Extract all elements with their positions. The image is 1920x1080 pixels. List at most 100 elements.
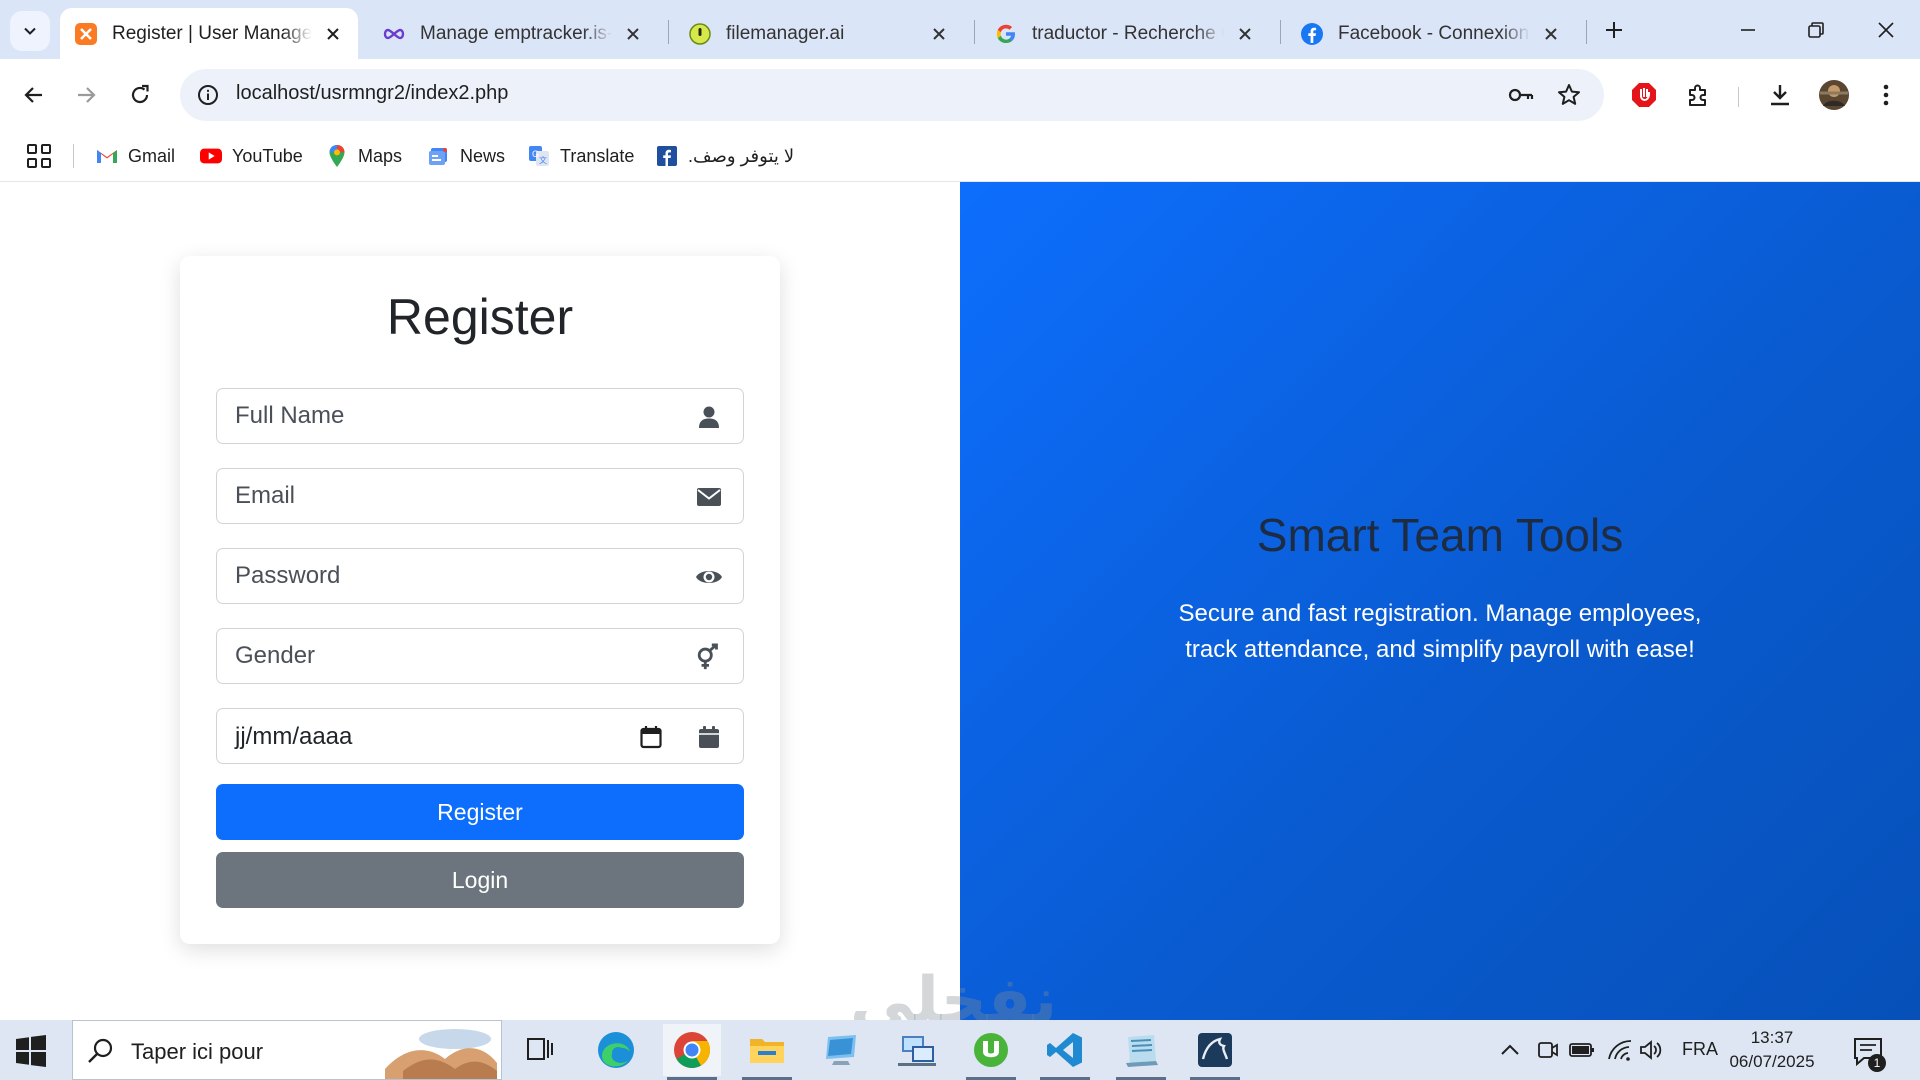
file-explorer-icon[interactable] — [738, 1024, 796, 1080]
infinity-icon — [382, 22, 406, 46]
notepad-app-icon[interactable] — [1112, 1024, 1170, 1080]
fullname-input[interactable] — [217, 389, 677, 443]
wifi-icon[interactable] — [1606, 1036, 1634, 1064]
mysql-workbench-icon[interactable] — [1186, 1024, 1244, 1080]
tab-title: Register | User Manager — [112, 22, 312, 44]
page-content: Register Full Name Email Gender jj/mm/aa… — [0, 182, 1920, 1038]
arrow-right-icon — [78, 87, 96, 103]
google-icon — [994, 22, 1018, 46]
minimize-icon — [1741, 29, 1755, 31]
close-icon[interactable] — [1234, 23, 1256, 45]
bookmark-label: News — [460, 145, 506, 166]
chevron-down-icon — [24, 27, 36, 35]
forward-button[interactable] — [66, 75, 106, 115]
edge-app-icon[interactable] — [587, 1024, 645, 1076]
restore-icon — [1808, 22, 1824, 38]
windows-start-icon[interactable] — [14, 1034, 48, 1068]
tab-search-button[interactable] — [10, 11, 50, 51]
utorrent-icon[interactable] — [962, 1024, 1020, 1080]
download-icon[interactable] — [1760, 75, 1800, 115]
clock-date: 06/07/2025 — [1729, 1052, 1815, 1071]
kebab-menu-icon[interactable] — [1866, 75, 1906, 115]
system-clock[interactable]: 13:37 06/07/2025 — [1720, 1026, 1824, 1074]
tab-filemanager[interactable]: filemanager.ai — [674, 8, 964, 59]
svg-text:文: 文 — [539, 155, 547, 165]
close-icon[interactable] — [622, 23, 644, 45]
address-url: localhost/usrmngr2/index2.php — [236, 82, 509, 104]
date-input-text: jj/mm/aaaa — [235, 723, 353, 750]
extensions-icon[interactable] — [1678, 75, 1718, 115]
bookmark-news[interactable]: News — [428, 130, 505, 182]
eye-icon[interactable] — [695, 563, 723, 591]
calendar-picker-icon[interactable] — [637, 723, 665, 751]
translate-icon: G文 — [528, 145, 550, 167]
key-icon[interactable] — [1506, 80, 1536, 110]
desert-dunes-icon — [385, 1029, 497, 1079]
fullname-field — [216, 388, 744, 444]
vscode-icon[interactable] — [1036, 1024, 1094, 1080]
plus-icon — [1606, 22, 1622, 38]
filemanager-icon — [688, 22, 712, 46]
hero-title: Smart Team Tools — [1256, 509, 1624, 561]
hero-panel: Smart Team Tools Secure and fast registr… — [960, 182, 1920, 1020]
chrome-app-icon[interactable] — [663, 1024, 721, 1080]
page-title: Register — [386, 289, 574, 345]
bookmark-maps[interactable]: Maps — [326, 130, 402, 182]
site-info-icon[interactable] — [194, 81, 222, 109]
task-view-icon[interactable] — [511, 1024, 569, 1076]
email-input[interactable] — [217, 469, 677, 523]
arrow-left-icon — [24, 87, 42, 103]
bookmark-youtube[interactable]: YouTube — [200, 130, 303, 182]
password-input[interactable] — [217, 549, 677, 603]
close-icon[interactable] — [322, 23, 344, 45]
back-button[interactable] — [14, 75, 54, 115]
adblock-extension-icon[interactable] — [1624, 75, 1664, 115]
browser-toolbar: localhost/usrmngr2/index2.php — [0, 59, 1920, 130]
bookmarks-bar: Gmail YouTube Maps News G文 Translate لا … — [0, 130, 1920, 182]
close-icon[interactable] — [1540, 23, 1562, 45]
close-window-button[interactable] — [1866, 10, 1906, 50]
tab-emptracker[interactable]: Manage emptracker.is-best — [368, 8, 658, 59]
form-panel: Register Full Name Email Gender jj/mm/aa… — [0, 182, 960, 1020]
facebook-icon — [1300, 22, 1324, 46]
bookmark-translate[interactable]: G文 Translate — [528, 130, 634, 182]
gender-input[interactable] — [217, 629, 677, 683]
xampp-icon — [74, 22, 98, 46]
user-icon — [695, 403, 723, 431]
chevron-up-icon[interactable] — [1496, 1036, 1524, 1064]
this-pc-icon[interactable] — [812, 1024, 870, 1076]
speaker-icon[interactable] — [1638, 1036, 1666, 1064]
svg-text:G: G — [532, 149, 539, 159]
tab-google-search[interactable]: traductor - Recherche Google — [980, 8, 1270, 59]
language-indicator[interactable]: FRA — [1682, 1039, 1718, 1060]
tab-title: traductor - Recherche Google — [1032, 22, 1224, 44]
close-icon[interactable] — [928, 23, 950, 45]
close-icon — [1878, 22, 1894, 38]
reload-icon — [131, 84, 149, 104]
tab-register[interactable]: Register | User Manager — [60, 8, 358, 59]
login-button[interactable]: Login — [216, 852, 744, 908]
gender-field — [216, 628, 744, 684]
gender-icon — [695, 643, 723, 671]
reload-button[interactable] — [120, 75, 160, 115]
envelope-icon — [695, 483, 723, 511]
profile-avatar[interactable] — [1814, 75, 1854, 115]
network-app-icon[interactable] — [888, 1024, 946, 1076]
battery-icon[interactable] — [1568, 1036, 1596, 1064]
apps-grid-icon[interactable] — [26, 143, 52, 169]
bookmark-label: Maps — [358, 145, 403, 166]
restore-button[interactable] — [1796, 10, 1836, 50]
birthdate-field[interactable]: jj/mm/aaaa — [216, 708, 744, 764]
register-button[interactable]: Register — [216, 784, 744, 840]
bookmark-facebook[interactable]: لا يتوفر وصف. — [656, 130, 794, 182]
new-tab-button[interactable] — [1598, 14, 1630, 46]
star-icon[interactable] — [1554, 80, 1584, 110]
tab-facebook[interactable]: Facebook - Connexion ou inscription — [1286, 8, 1576, 59]
windows-taskbar: Taper ici pour FRA 13:37 06/07/2025 1 — [0, 1020, 1920, 1080]
meet-now-icon[interactable] — [1534, 1036, 1562, 1064]
taskbar-search[interactable]: Taper ici pour — [72, 1020, 502, 1080]
bookmark-gmail[interactable]: Gmail — [96, 130, 175, 182]
minimize-button[interactable] — [1728, 10, 1768, 50]
address-bar[interactable]: localhost/usrmngr2/index2.php — [180, 69, 1604, 121]
news-icon — [428, 145, 450, 167]
